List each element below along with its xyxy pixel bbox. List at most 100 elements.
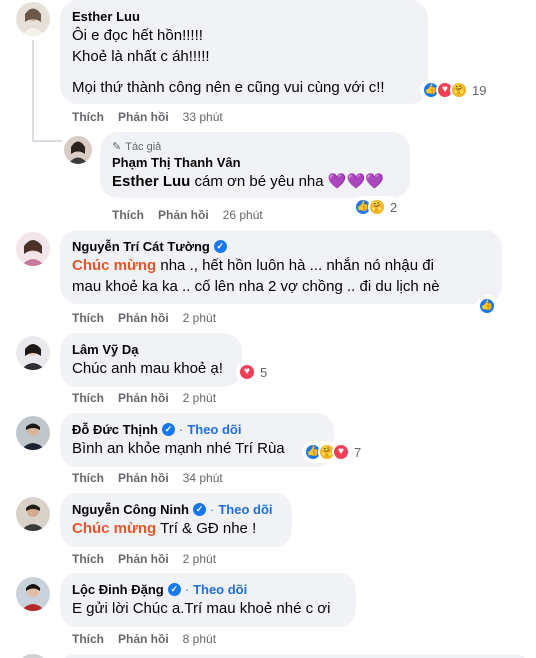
separator-dot: ·	[184, 582, 190, 597]
comment-text-body: Trí & GĐ nhe !	[156, 520, 257, 537]
follow-button[interactable]: Theo dõi	[218, 501, 272, 518]
author-badge-label: Tác giả	[125, 141, 162, 153]
avatar[interactable]	[16, 232, 50, 266]
avatar-image	[64, 136, 92, 164]
comment-author[interactable]: Đỗ Đức Thịnh	[72, 421, 158, 438]
like-button[interactable]: Thích	[72, 311, 104, 325]
comment-bubble: ✎ Tác giả Phạm Thị Thanh Vân Esther Luu …	[100, 132, 410, 198]
reaction-summary[interactable]: 👍 🤗 ♥ 7	[302, 441, 366, 463]
verified-badge-icon: ✓	[213, 240, 227, 253]
comment-timestamp[interactable]: 2 phút	[183, 552, 216, 566]
comment-timestamp[interactable]: 2 phút	[183, 311, 216, 325]
avatar[interactable]	[16, 416, 50, 450]
avatar[interactable]	[16, 336, 50, 370]
comment-text: Esther Luu cám ơn bé yêu nha 💜💜💜	[112, 171, 398, 192]
avatar-image	[16, 416, 50, 450]
comment-text: mau khoẻ ka ka .. cố lên nha 2 vợ chồng …	[72, 278, 440, 295]
comment-bubble: Đỗ Đức Thịnh ✓ · Theo dõi Bình an khỏe m…	[60, 413, 334, 467]
avatar[interactable]	[16, 577, 50, 611]
care-reaction-icon: 🤗	[450, 81, 468, 99]
verified-badge-icon: ✓	[161, 423, 175, 436]
comment-author-row: Đỗ Đức Thịnh ✓ · Theo dõi	[72, 421, 322, 438]
comment-timestamp[interactable]: 2 phút	[183, 391, 216, 405]
comment-author-row: Lộc Đinh Đặng ✓ · Theo dõi	[72, 581, 344, 598]
avatar-image	[16, 232, 50, 266]
reaction-count: 19	[472, 82, 487, 98]
comment-text-body: cám ơn bé yêu nha 💜💜💜	[190, 173, 384, 190]
verified-badge-icon: ✓	[193, 503, 206, 516]
comment-author[interactable]: Phạm Thị Thanh Vân	[112, 154, 398, 171]
comment-actions: Thích Phản hồi 34 phút	[72, 471, 223, 485]
like-button[interactable]: Thích	[72, 391, 104, 405]
thread-line	[32, 40, 34, 140]
reply-button[interactable]: Phản hồi	[118, 311, 169, 325]
comment-actions: Thích Phản hồi 8 phút	[72, 632, 216, 646]
like-button[interactable]: Thích	[112, 208, 144, 222]
comment-actions: Thích Phản hồi 33 phút	[72, 110, 223, 124]
avatar[interactable]	[16, 2, 50, 36]
like-button[interactable]: Thích	[72, 110, 104, 124]
comment-actions: Thích Phản hồi 2 phút	[72, 552, 216, 566]
comment-author[interactable]: Lâm Vỹ Dạ	[72, 341, 230, 358]
like-button[interactable]: Thích	[72, 471, 104, 485]
comment-text: Khoẻ là nhất c áh!!!!!	[72, 48, 210, 65]
avatar[interactable]	[64, 136, 92, 164]
comment-bubble: Esther Luu Ôi e đọc hết hồn!!!!! Khoẻ là…	[60, 0, 428, 104]
reaction-summary[interactable]: 👍 ♥ 🤗 19	[420, 79, 491, 101]
mention-link[interactable]: Esther Luu	[112, 173, 190, 190]
comment-text-body: nha ., hết hồn luôn hà ... nhắn nó nhậu …	[156, 257, 434, 274]
comment-author-row: Nguyễn Công Ninh ✓ · Theo dõi	[72, 501, 280, 518]
comment-timestamp[interactable]: 34 phút	[183, 471, 223, 485]
avatar-image	[16, 497, 50, 531]
comment-bubble	[60, 654, 530, 658]
comment-text: Ôi e đọc hết hồn!!!!!	[72, 27, 203, 44]
comment-author-row: Nguyễn Trí Cát Tường ✓	[72, 238, 490, 255]
follow-button[interactable]: Theo dõi	[187, 421, 241, 438]
verified-badge-icon: ✓	[167, 583, 181, 596]
reaction-summary[interactable]: 👍	[476, 295, 500, 317]
reaction-summary[interactable]: 👍 🤗 2	[352, 196, 402, 218]
reply-button[interactable]: Phản hồi	[118, 391, 169, 405]
comment-author[interactable]: Lộc Đinh Đặng	[72, 581, 164, 598]
comment-actions: Thích Phản hồi 2 phút	[72, 311, 216, 325]
love-reaction-icon: ♥	[238, 363, 256, 381]
separator-dot: ·	[178, 422, 184, 437]
care-reaction-icon: 🤗	[368, 198, 386, 216]
comment-text: Chúc mừng nha ., hết hồn luôn hà ... nhắ…	[72, 255, 490, 276]
comment-text: Chúc mừng Trí & GĐ nhe !	[72, 518, 280, 539]
avatar[interactable]	[16, 497, 50, 531]
comment-text: Chúc anh mau khoẻ ạ!	[72, 360, 223, 377]
like-button[interactable]: Thích	[72, 552, 104, 566]
comment-timestamp[interactable]: 26 phút	[223, 208, 263, 222]
reply-button[interactable]: Phản hồi	[118, 632, 169, 646]
reaction-summary[interactable]: ♥ 5	[236, 361, 272, 383]
comment-text: Bình an khỏe mạnh nhé Trí Rùa	[72, 440, 285, 457]
avatar-image	[16, 577, 50, 611]
highlight-text: Chúc mừng	[72, 520, 157, 537]
comment-author[interactable]: Esther Luu	[72, 8, 416, 25]
author-badge: ✎ Tác giả	[112, 140, 398, 154]
comment-actions: Thích Phản hồi 26 phút	[112, 208, 263, 222]
reply-button[interactable]: Phản hồi	[118, 471, 169, 485]
separator-dot: ·	[210, 502, 215, 517]
reply-button[interactable]: Phản hồi	[158, 208, 209, 222]
comment-timestamp[interactable]: 33 phút	[183, 110, 223, 124]
reaction-count: 2	[390, 199, 398, 215]
comment-author[interactable]: Nguyễn Trí Cát Tường	[72, 238, 210, 255]
comment-bubble: Nguyễn Trí Cát Tường ✓ Chúc mừng nha ., …	[60, 230, 502, 304]
comment-bubble: Lâm Vỹ Dạ Chúc anh mau khoẻ ạ!	[60, 333, 242, 387]
comment-bubble: Lộc Đinh Đặng ✓ · Theo dõi E gửi lời Chú…	[60, 573, 356, 627]
avatar[interactable]	[16, 654, 50, 658]
reaction-count: 7	[354, 444, 362, 460]
comment-timestamp[interactable]: 8 phút	[183, 632, 216, 646]
love-reaction-icon: ♥	[332, 443, 350, 461]
comment-bubble: Nguyễn Công Ninh ✓ · Theo dõi Chúc mừng …	[60, 493, 292, 547]
pen-icon: ✎	[112, 141, 122, 153]
follow-button[interactable]: Theo dõi	[193, 581, 247, 598]
reply-button[interactable]: Phản hồi	[118, 552, 169, 566]
avatar-image	[16, 2, 50, 36]
thread-curve	[32, 140, 62, 142]
reply-button[interactable]: Phản hồi	[118, 110, 169, 124]
comment-author[interactable]: Nguyễn Công Ninh	[72, 501, 189, 518]
like-button[interactable]: Thích	[72, 632, 104, 646]
